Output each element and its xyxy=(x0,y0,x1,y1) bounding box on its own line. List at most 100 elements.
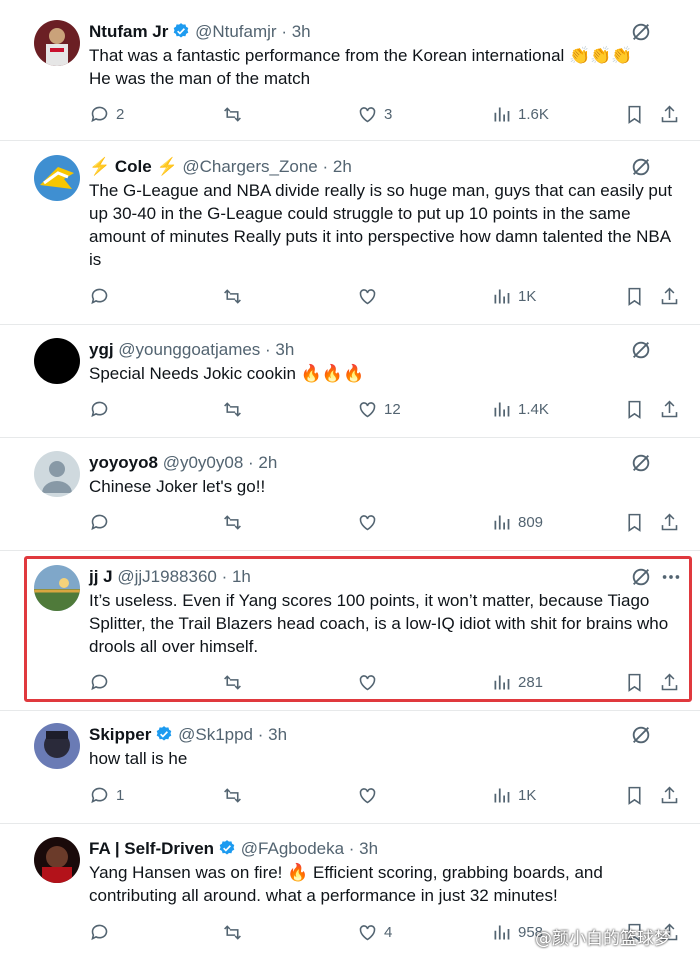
tweet[interactable]: Skipper @Sk1ppd · 3h how tall is he 1 1K xyxy=(0,711,700,824)
share-button[interactable] xyxy=(659,785,680,806)
views-count: 1.4K xyxy=(518,401,549,418)
views-count: 1K xyxy=(518,787,537,804)
reply-button[interactable] xyxy=(89,512,116,533)
tweet[interactable]: yoyoyo8 @y0y0y08 · 2h Chinese Joker let'… xyxy=(0,438,700,551)
display-name[interactable]: ⚡ Cole ⚡ xyxy=(89,157,178,176)
reply-button[interactable]: 2 xyxy=(89,104,124,125)
views-icon xyxy=(494,402,510,417)
timestamp[interactable]: · 3h xyxy=(265,340,294,359)
share-icon xyxy=(661,400,678,418)
user-handle[interactable]: @younggoatjames xyxy=(118,340,260,359)
views-icon xyxy=(494,925,510,940)
user-handle[interactable]: @y0y0y08 xyxy=(163,453,244,472)
avatar[interactable] xyxy=(34,338,80,384)
timestamp[interactable]: · 3h xyxy=(258,725,287,744)
timestamp[interactable]: · 3h xyxy=(281,22,310,41)
user-handle[interactable]: @Ntufamjr xyxy=(195,22,277,41)
tweet-actions: 12 1.4K xyxy=(0,399,700,423)
share-icon xyxy=(661,287,678,305)
reply-button[interactable] xyxy=(89,286,116,307)
like-count: 12 xyxy=(384,401,401,418)
display-name[interactable]: ygj xyxy=(89,340,114,359)
reply-button[interactable] xyxy=(89,922,116,943)
views-button[interactable]: 1.6K xyxy=(491,104,549,125)
views-button[interactable]: 1K xyxy=(491,785,536,806)
repost-button[interactable] xyxy=(222,785,249,806)
like-button[interactable]: 3 xyxy=(357,104,392,125)
reply-button[interactable]: 1 xyxy=(89,785,124,806)
reply-icon xyxy=(91,106,108,123)
grok-icon[interactable] xyxy=(630,339,652,361)
timestamp[interactable]: · 2h xyxy=(322,157,351,176)
share-button[interactable] xyxy=(659,399,680,420)
timestamp[interactable]: · 3h xyxy=(349,839,378,858)
verified-badge-icon xyxy=(218,839,236,863)
repost-icon xyxy=(224,289,241,304)
like-count: 4 xyxy=(384,924,393,941)
bookmark-button[interactable] xyxy=(624,512,645,533)
grok-icon[interactable] xyxy=(630,21,652,43)
repost-button[interactable] xyxy=(222,286,249,307)
like-button[interactable]: 4 xyxy=(357,922,392,943)
views-button[interactable]: 1K xyxy=(491,286,536,307)
views-button[interactable]: 809 xyxy=(491,512,543,533)
reply-count: 1 xyxy=(116,787,125,804)
tweet-header: Ntufam Jr @Ntufamjr · 3h xyxy=(89,21,311,46)
reply-button[interactable] xyxy=(89,399,116,420)
display-name[interactable]: yoyoyo8 xyxy=(89,453,158,472)
avatar[interactable] xyxy=(34,451,80,497)
avatar[interactable] xyxy=(34,723,80,769)
views-count: 809 xyxy=(518,514,544,531)
views-icon xyxy=(494,107,510,122)
avatar[interactable] xyxy=(34,20,80,66)
like-button[interactable] xyxy=(357,286,384,307)
like-count: 3 xyxy=(384,106,393,123)
bookmark-button[interactable] xyxy=(624,785,645,806)
grok-icon[interactable] xyxy=(630,452,652,474)
avatar[interactable] xyxy=(34,155,80,201)
repost-icon xyxy=(224,788,241,803)
bookmark-button[interactable] xyxy=(624,286,645,307)
grok-icon[interactable] xyxy=(630,156,652,178)
avatar[interactable] xyxy=(34,837,80,883)
views-button[interactable]: 1.4K xyxy=(491,399,549,420)
like-button[interactable] xyxy=(357,512,384,533)
reply-icon xyxy=(91,401,108,418)
display-name[interactable]: Skipper xyxy=(89,725,151,744)
bookmark-icon xyxy=(628,786,641,805)
tweet[interactable]: ⚡ Cole ⚡ @Chargers_Zone · 2h The G-Leagu… xyxy=(0,141,700,325)
display-name[interactable]: Ntufam Jr xyxy=(89,22,168,41)
user-handle[interactable]: @FAgbodeka xyxy=(241,839,344,858)
bookmark-button[interactable] xyxy=(624,399,645,420)
repost-button[interactable] xyxy=(222,512,249,533)
tweet-text: The G-League and NBA divide really is so… xyxy=(89,181,673,269)
user-handle[interactable]: @Sk1ppd xyxy=(178,725,253,744)
repost-icon xyxy=(224,107,241,122)
tweet[interactable]: ygj @younggoatjames · 3h Special Needs J… xyxy=(0,325,700,438)
user-handle[interactable]: @Chargers_Zone xyxy=(182,157,317,176)
repost-icon xyxy=(224,515,241,530)
heart-icon xyxy=(359,402,376,418)
bookmark-icon xyxy=(628,513,641,532)
like-button[interactable]: 12 xyxy=(357,399,401,420)
like-button[interactable] xyxy=(357,785,384,806)
tweet-text: how tall is he xyxy=(89,749,188,768)
repost-icon xyxy=(224,925,241,940)
watermark: @颜小白的篮球梦 xyxy=(535,929,671,949)
share-button[interactable] xyxy=(659,286,680,307)
repost-button[interactable] xyxy=(222,104,249,125)
timestamp[interactable]: · 2h xyxy=(248,453,277,472)
repost-button[interactable] xyxy=(222,399,249,420)
grok-icon[interactable] xyxy=(630,724,652,746)
repost-button[interactable] xyxy=(222,922,249,943)
display-name[interactable]: FA | Self-Driven xyxy=(89,839,214,858)
bookmark-button[interactable] xyxy=(624,104,645,125)
share-button[interactable] xyxy=(659,512,680,533)
share-button[interactable] xyxy=(659,104,680,125)
bookmark-icon xyxy=(628,287,641,306)
reply-count: 2 xyxy=(116,106,125,123)
heart-icon xyxy=(359,515,376,531)
tweet-actions: 1K xyxy=(0,286,700,310)
tweet[interactable]: Ntufam Jr @Ntufamjr · 3h That was a fant… xyxy=(0,0,700,141)
views-icon xyxy=(494,788,510,803)
